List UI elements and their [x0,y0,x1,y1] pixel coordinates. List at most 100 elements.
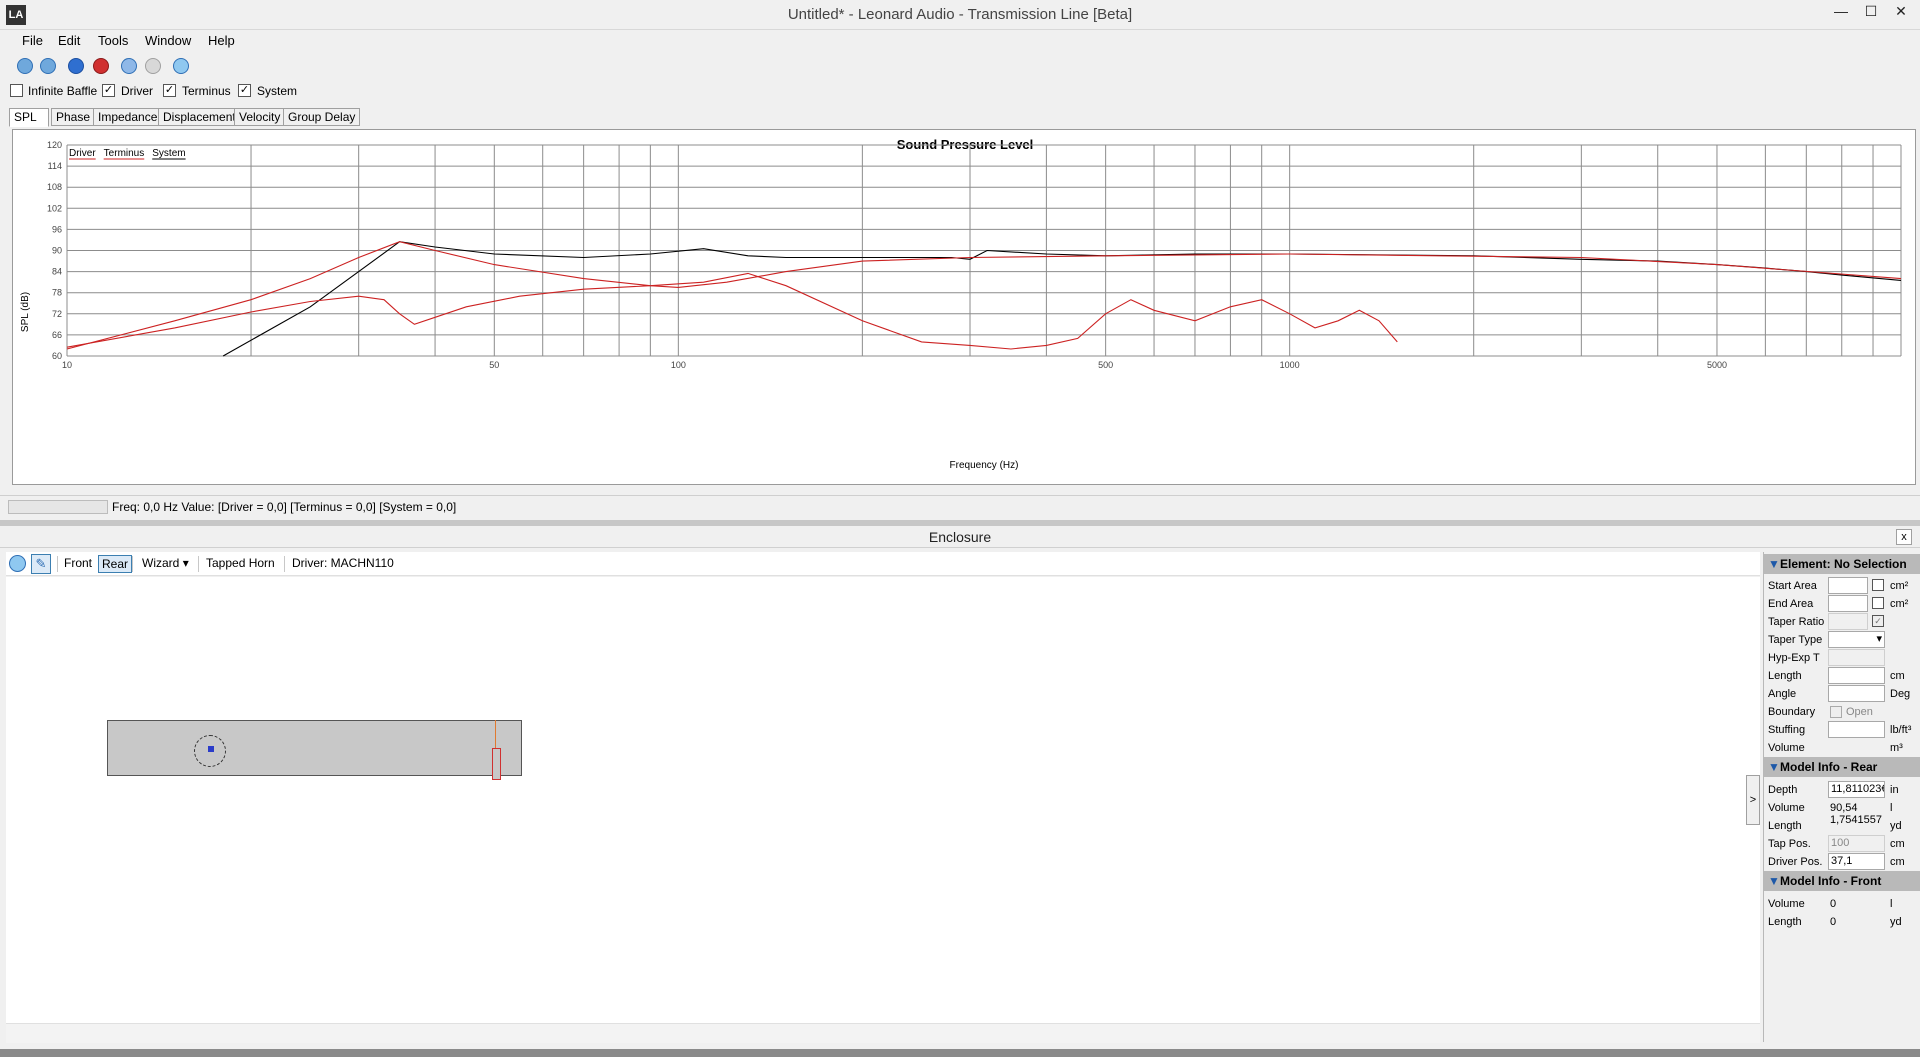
y-tick-label: 78 [52,288,62,298]
volume-label: Volume [1768,742,1805,754]
enclosure-title: Enclosure [928,529,992,545]
progress-bar [8,500,108,514]
end-area-input[interactable] [1828,595,1868,612]
menu-help[interactable]: Help [208,33,235,48]
tap-marker-line [495,720,496,748]
terminus-checkbox[interactable]: ✓ [163,84,176,97]
length-input[interactable] [1828,667,1885,684]
y-tick-label: 66 [52,330,62,340]
enclosure-canvas[interactable] [6,577,1760,1023]
x-tick-label: 50 [489,360,499,370]
wrench-icon[interactable]: ✎ [31,554,51,574]
record-icon[interactable] [68,58,84,74]
x-tick-label: 1000 [1280,360,1300,370]
hyp-exp-label: Hyp-Exp T [1768,652,1820,664]
collapse-panel-icon[interactable]: > [1746,775,1760,825]
rear-volume-unit: l [1890,802,1893,814]
y-axis-label: SPL (dB) [20,292,31,332]
tab-velocity[interactable]: Velocity [234,108,286,126]
status-readout: Freq: 0,0 Hz Value: [Driver = 0,0] [Term… [112,500,457,514]
tab-displacement[interactable]: Displacement [158,108,241,126]
spl-chart-panel[interactable]: Sound Pressure Level Driver Terminus Syste… [12,129,1916,485]
menu-tools[interactable]: Tools [98,33,128,48]
angle-input[interactable] [1828,685,1885,702]
driver-name-label: Driver: MACHN110 [292,556,394,570]
stuffing-input[interactable] [1828,721,1885,738]
start-area-unit: cm² [1890,580,1909,592]
driver-checkbox[interactable]: ✓ [102,84,115,97]
wizard-label: Wizard [142,556,180,570]
tab-group-delay[interactable]: Group Delay [283,108,361,126]
curve-visibility-row: Infinite Baffle ✓ Driver ✓ Terminus ✓ Sy… [0,82,1920,102]
depth-input[interactable]: 11,811023€ [1828,781,1885,798]
toolbar [0,54,1920,80]
boundary-open-checkbox [1830,706,1842,718]
enclosure-type-label: Tapped Horn [206,556,275,570]
open-icon[interactable] [40,58,56,74]
element-section-header[interactable]: ▼Element: No Selection [1764,554,1920,574]
x-tick-label: 10 [62,360,72,370]
rear-length-value: 1,7541557 [1830,814,1882,826]
infinite-baffle-checkbox[interactable] [10,84,23,97]
stuffing-label: Stuffing [1768,724,1806,736]
tab-phase[interactable]: Phase [51,108,96,126]
back-icon[interactable] [121,58,137,74]
stop-icon[interactable] [93,58,109,74]
menu-window[interactable]: Window [145,33,191,48]
horizontal-scrollbar[interactable] [6,1023,1760,1043]
start-area-checkbox[interactable] [1872,579,1884,591]
x-tick-label: 500 [1098,360,1113,370]
hyp-exp-input [1828,649,1885,666]
front-button[interactable]: Front [61,555,95,573]
taper-ratio-label: Taper Ratio [1768,616,1825,628]
rear-volume-value: 90,54 [1830,802,1858,814]
y-tick-label: 60 [52,351,62,361]
tab-impedance[interactable]: Impedance [93,108,163,126]
length-label: Length [1768,670,1802,682]
driver-position-handle[interactable] [208,746,214,752]
end-area-checkbox[interactable] [1872,597,1884,609]
enclosure-toolbar: ✎ Front Rear Wizard ▾ Tapped Horn Driver… [6,552,1760,576]
taper-ratio-checkbox: ✓ [1872,615,1884,627]
rear-button[interactable]: Rear [98,555,133,573]
menu-edit[interactable]: Edit [58,33,80,48]
start-area-input[interactable] [1828,577,1868,594]
minimize-button[interactable]: — [1826,0,1856,24]
enclosure-box[interactable] [107,720,522,776]
angle-unit: Deg [1890,688,1911,700]
y-tick-label: 96 [52,224,62,234]
terminus-port[interactable] [492,748,501,780]
new-icon[interactable] [17,58,33,74]
angle-label: Angle [1768,688,1797,700]
system-checkbox[interactable]: ✓ [238,84,251,97]
wizard-dropdown[interactable]: Wizard ▾ [139,555,192,573]
spl-chart: Sound Pressure Level Driver Terminus Syste… [20,137,1902,471]
y-tick-label: 90 [52,246,62,256]
tap-pos-label: Tap Pos. [1768,838,1811,850]
legend-item-system: System [152,148,185,159]
play-icon[interactable] [173,58,189,74]
y-tick-label: 108 [47,182,62,192]
x-tick-label: 5000 [1707,360,1727,370]
depth-label: Depth [1768,784,1798,796]
y-tick-label: 72 [52,309,62,319]
driver-pos-input[interactable]: 37,1 [1828,853,1885,870]
taper-type-select[interactable]: ▾ [1828,631,1885,648]
menu-file[interactable]: File [22,33,43,48]
volume-unit: m³ [1890,742,1903,754]
close-button[interactable]: ✕ [1886,0,1916,24]
rear-section-header[interactable]: ▼Model Info - Rear [1764,757,1920,777]
stuffing-unit: lb/ft³ [1890,724,1912,736]
run-icon[interactable] [9,555,26,572]
forward-icon[interactable] [145,58,161,74]
tab-spl[interactable]: SPL [9,108,49,127]
y-tick-label: 102 [47,203,62,213]
system-label: System [257,84,298,98]
boundary-label: Boundary [1768,706,1816,718]
start-area-label: Start Area [1768,580,1817,592]
enclosure-close-icon[interactable]: x [1896,529,1912,545]
front-section-header[interactable]: ▼Model Info - Front [1764,871,1920,891]
front-length-unit: yd [1890,916,1902,928]
tap-pos-input: 100 [1828,835,1885,852]
maximize-button[interactable]: ☐ [1856,0,1886,24]
